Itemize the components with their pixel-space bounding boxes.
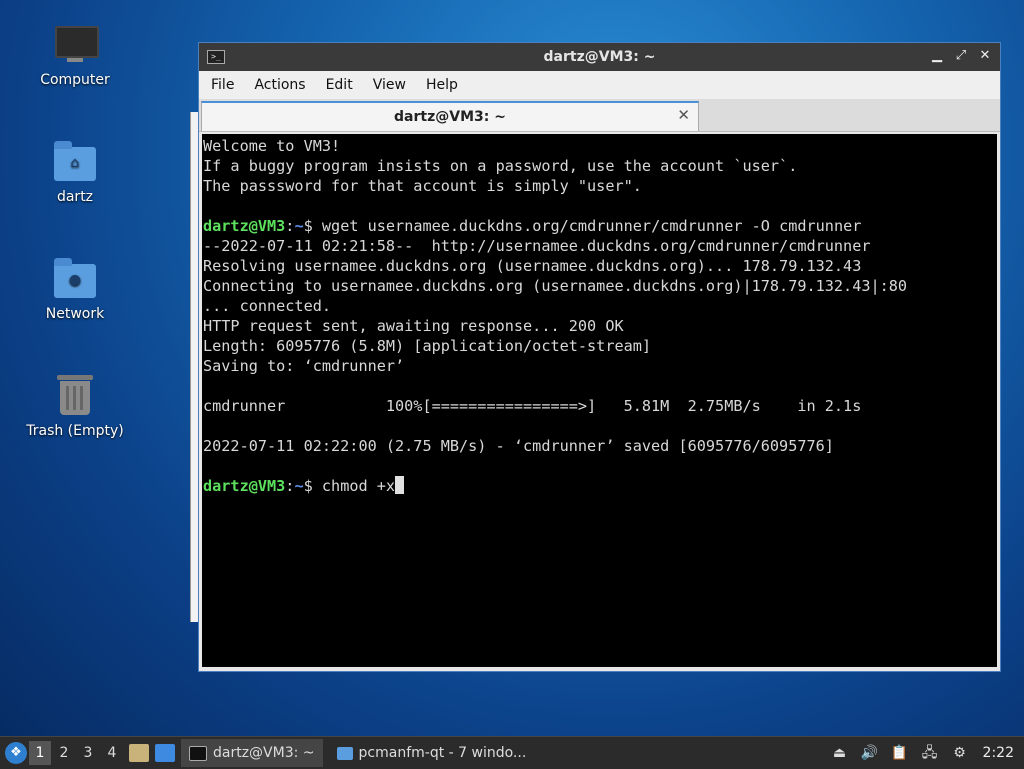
workspace-2[interactable]: 2 (53, 741, 75, 765)
menu-view[interactable]: View (363, 77, 416, 93)
trash-icon (51, 371, 99, 419)
task-label: dartz@VM3: ~ (213, 745, 315, 761)
start-menu-icon[interactable]: ❖ (5, 742, 27, 764)
desktop-icon-label: Computer (40, 72, 110, 88)
text-cursor (395, 476, 405, 494)
desktop-icon-label: Trash (Empty) (26, 423, 124, 439)
file-manager-launcher-icon[interactable] (129, 744, 149, 762)
system-tray: ⏏ 🔊 📋 🖧 ⚙ 2:22 (825, 737, 1024, 769)
progress-line: cmdrunner 100%[================>] 5.81M … (203, 397, 862, 415)
window-titlebar[interactable]: >_ dartz@VM3: ~ ▁ ⤢ ✕ (199, 43, 1000, 71)
command-input[interactable]: chmod +x (322, 477, 395, 495)
update-notifier-icon[interactable]: ⚙ (950, 743, 970, 763)
taskbar: ❖ 1 2 3 4 dartz@VM3: ~ pcmanfm-qt - 7 wi… (0, 736, 1024, 769)
command-text: wget usernamee.duckdns.org/cmdrunner/cmd… (321, 217, 862, 235)
output-line: Resolving usernamee.duckdns.org (usernam… (203, 257, 862, 275)
tab-bar: dartz@VM3: ~ ✕ (199, 99, 1000, 132)
desktop-icon-trash[interactable]: Trash (Empty) (20, 371, 130, 439)
menu-file[interactable]: File (201, 77, 244, 93)
desktop-icon-dartz[interactable]: ⌂ dartz (20, 137, 130, 205)
task-label: pcmanfm-qt - 7 windo... (358, 745, 527, 761)
output-line: Length: 6095776 (5.8M) [application/octe… (203, 337, 652, 355)
prompt-user: dartz@VM3 (203, 477, 286, 495)
task-terminal[interactable]: dartz@VM3: ~ (181, 739, 323, 767)
eject-icon[interactable]: ⏏ (830, 743, 850, 763)
show-desktop-icon[interactable] (155, 744, 175, 762)
menu-edit[interactable]: Edit (316, 77, 363, 93)
window-title: dartz@VM3: ~ (543, 49, 656, 65)
terminal-window: >_ dartz@VM3: ~ ▁ ⤢ ✕ File Actions Edit … (198, 42, 1001, 672)
motd-line: The passsword for that account is simply… (203, 177, 642, 195)
terminal-icon (189, 745, 207, 761)
prompt-path: ~ (294, 217, 304, 235)
desktop-icon-label: dartz (56, 189, 94, 205)
close-icon[interactable]: ✕ (976, 47, 994, 65)
minimize-icon[interactable]: ▁ (928, 47, 946, 65)
output-line: --2022-07-11 02:21:58-- http://usernamee… (203, 237, 871, 255)
prompt-path: ~ (294, 477, 304, 495)
volume-icon[interactable]: 🔊 (860, 743, 880, 763)
tab-label: dartz@VM3: ~ (394, 109, 506, 125)
output-line: Saving to: ‘cmdrunner’ (203, 357, 405, 375)
computer-icon (51, 20, 99, 68)
folder-icon (336, 746, 353, 760)
network-icon[interactable]: 🖧 (920, 743, 940, 763)
menu-actions[interactable]: Actions (244, 77, 315, 93)
output-line: ... connected. (203, 297, 332, 315)
workspace-3[interactable]: 3 (77, 741, 99, 765)
output-line: 2022-07-11 02:22:00 (2.75 MB/s) - ‘cmdru… (203, 437, 834, 455)
maximize-icon[interactable]: ⤢ (952, 47, 970, 65)
task-pcmanfm[interactable]: pcmanfm-qt - 7 windo... (329, 739, 535, 767)
output-line: HTTP request sent, awaiting response... … (203, 317, 624, 335)
desktop-icon-network[interactable]: ● Network (20, 254, 130, 322)
menubar: File Actions Edit View Help (199, 71, 1000, 99)
desktop-icon-computer[interactable]: Computer (20, 20, 130, 88)
output-line: Connecting to usernamee.duckdns.org (use… (203, 277, 908, 295)
menu-help[interactable]: Help (416, 77, 468, 93)
tab-terminal[interactable]: dartz@VM3: ~ ✕ (201, 101, 699, 131)
terminal-output[interactable]: Welcome to VM3! If a buggy program insis… (202, 134, 997, 667)
home-folder-icon: ⌂ (51, 137, 99, 185)
network-folder-icon: ● (51, 254, 99, 302)
clock[interactable]: 2:22 (983, 745, 1014, 761)
clipboard-icon[interactable]: 📋 (890, 743, 910, 763)
motd-line: Welcome to VM3! (203, 137, 341, 155)
desktop-icon-label: Network (45, 306, 105, 322)
workspace-1[interactable]: 1 (29, 741, 51, 765)
motd-line: If a buggy program insists on a password… (203, 157, 798, 175)
workspace-4[interactable]: 4 (101, 741, 123, 765)
tab-close-icon[interactable]: ✕ (677, 106, 690, 124)
prompt-user: dartz@VM3 (203, 217, 286, 235)
